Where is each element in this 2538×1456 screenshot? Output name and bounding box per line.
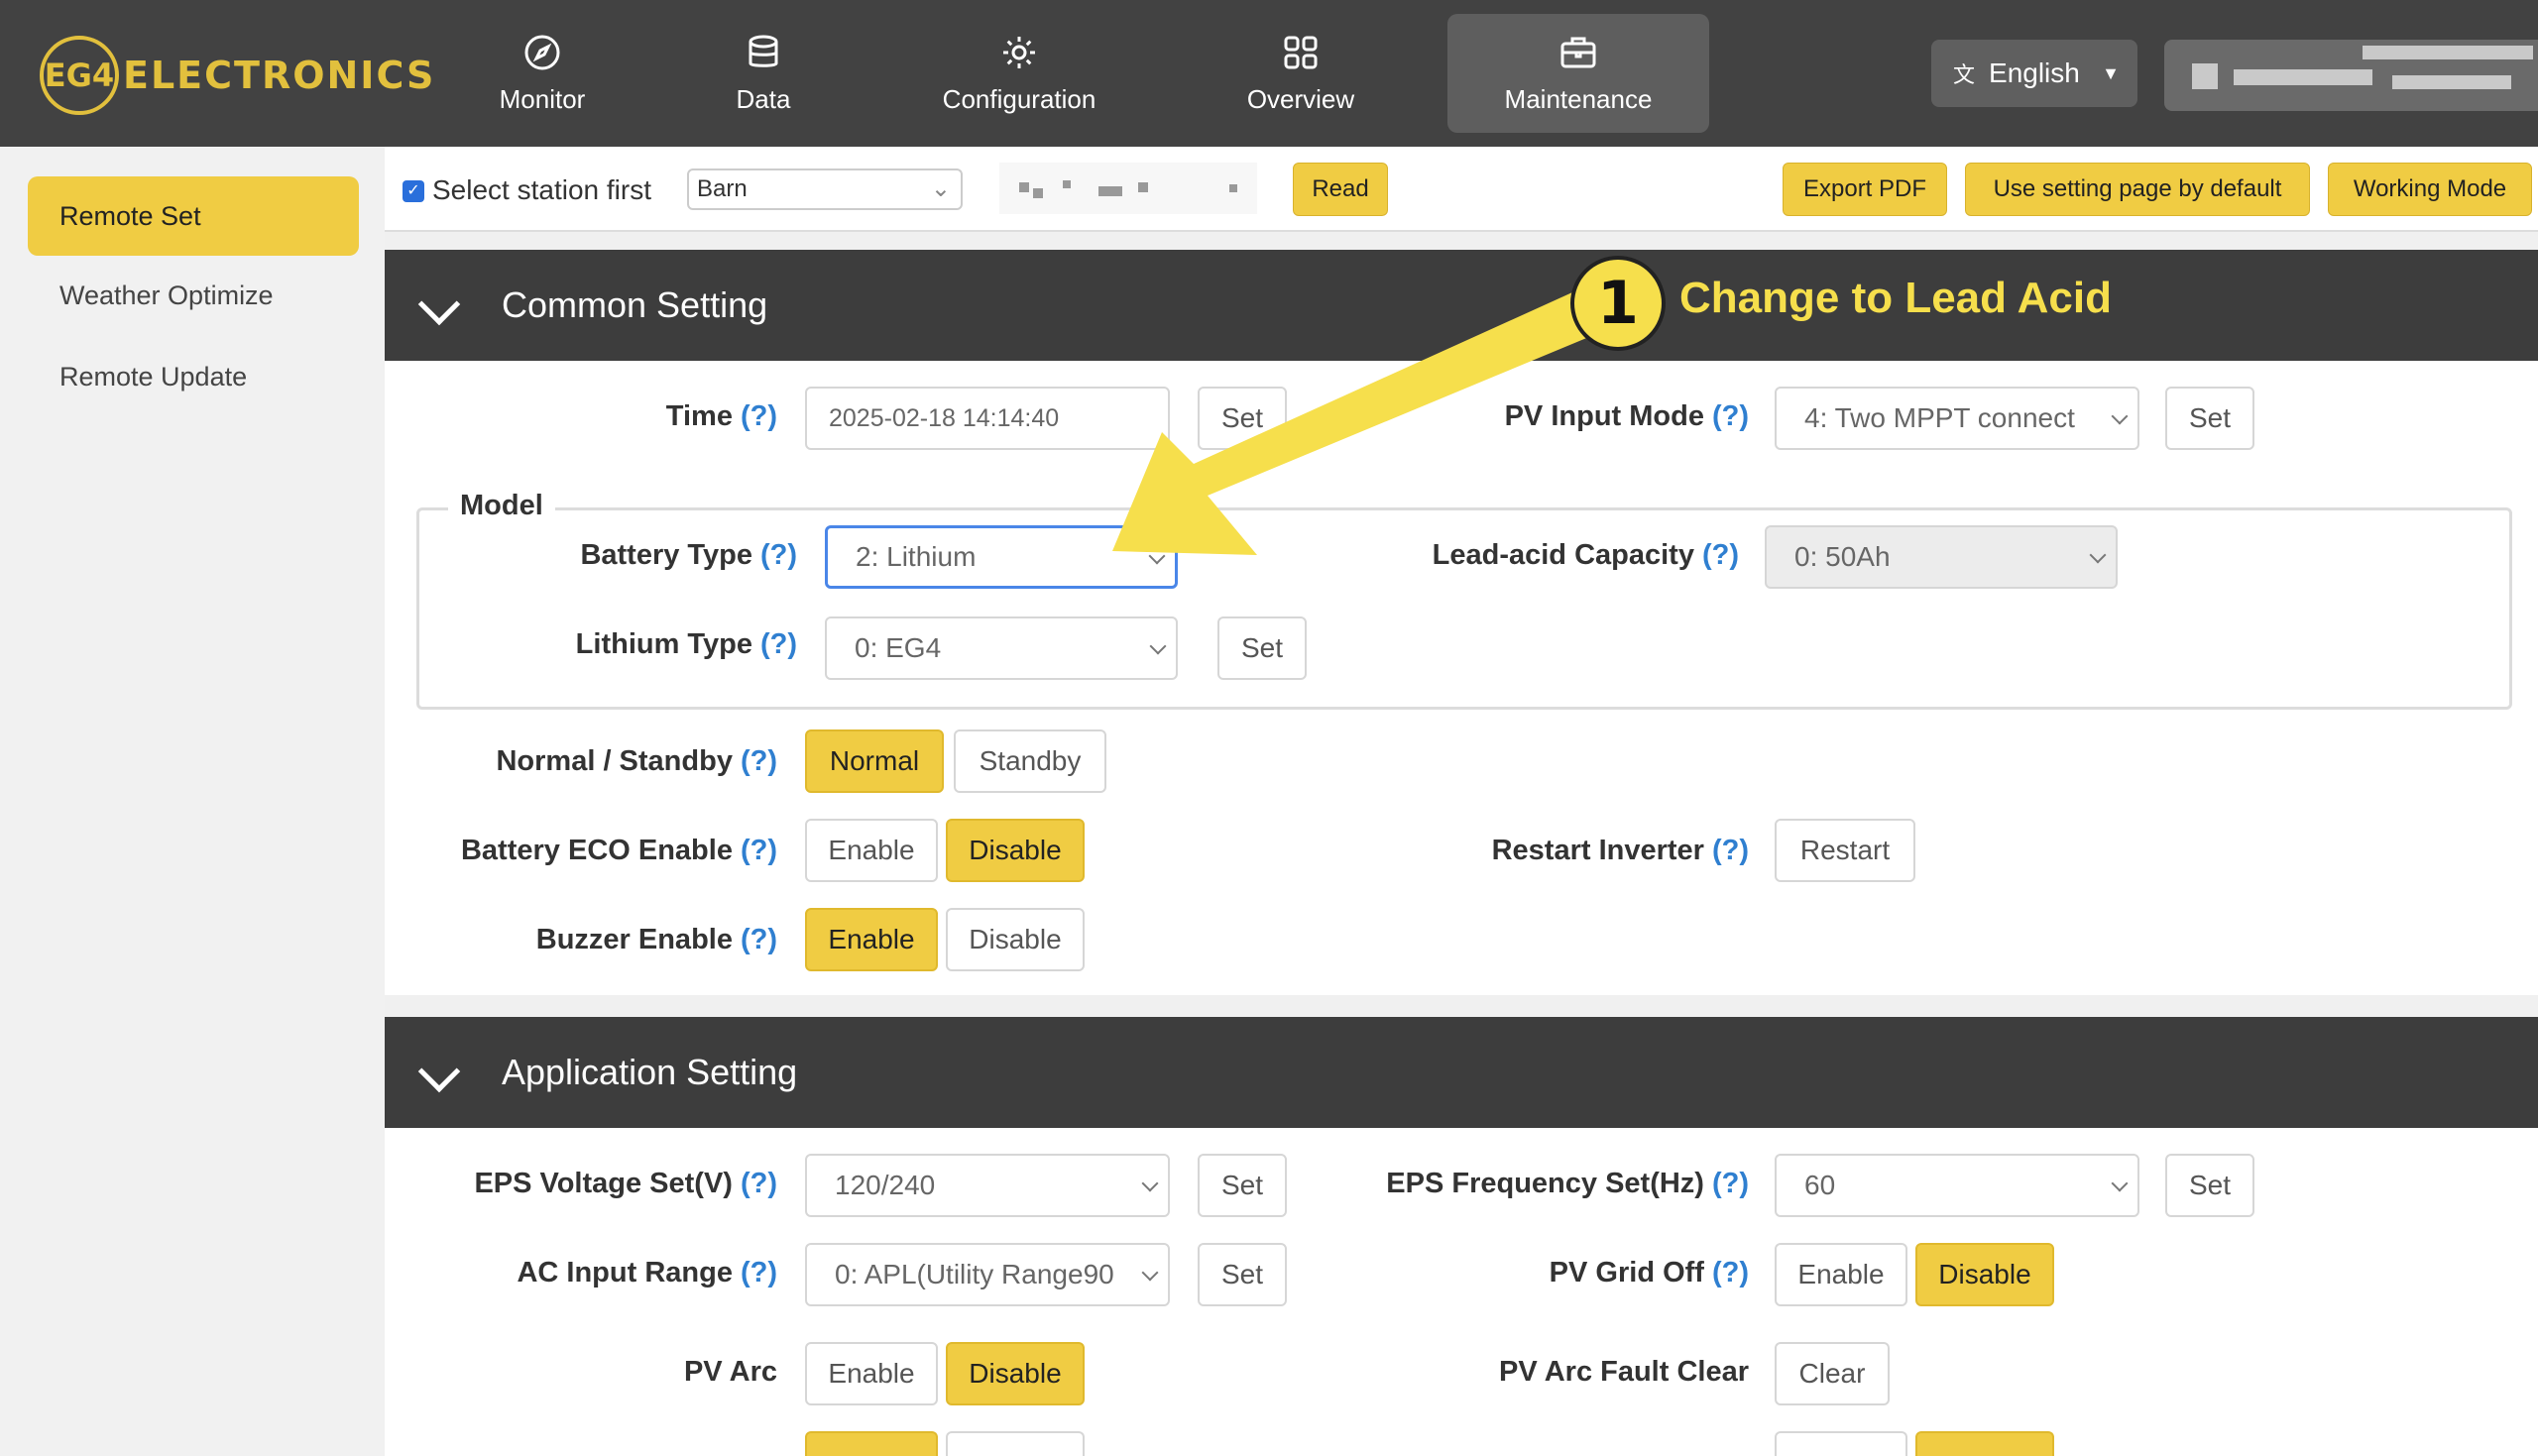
annotation-text: Change to Lead Acid bbox=[1679, 274, 2112, 322]
annotation-step-number: 1 bbox=[1570, 256, 1666, 351]
annotation-arrow bbox=[1112, 287, 1608, 555]
